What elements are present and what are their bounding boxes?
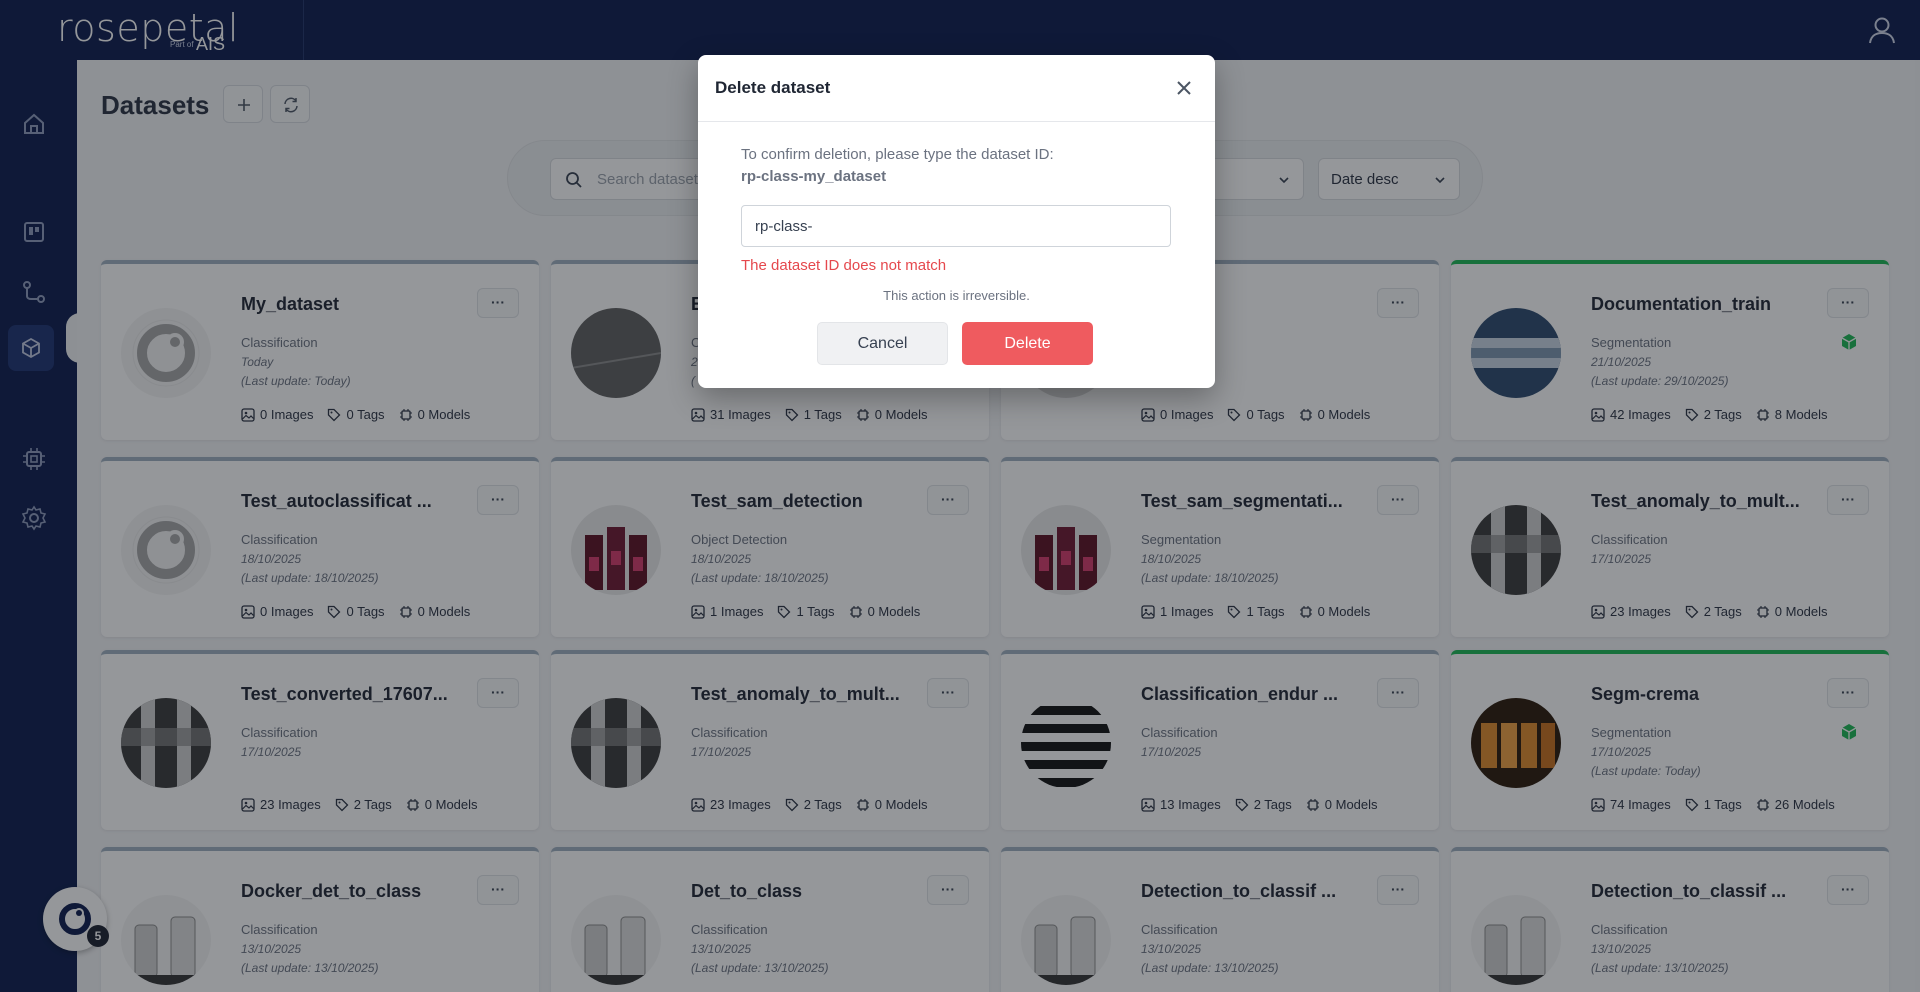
delete-button[interactable]: Delete	[962, 322, 1093, 365]
cancel-button[interactable]: Cancel	[817, 322, 948, 365]
error-message: The dataset ID does not match	[741, 257, 947, 274]
dataset-id-input[interactable]	[741, 205, 1171, 247]
close-icon[interactable]	[1173, 77, 1195, 99]
modal-title: Delete dataset	[715, 78, 831, 97]
delete-dataset-modal: Delete dataset To confirm deletion, plea…	[698, 55, 1215, 388]
irreversible-warning: This action is irreversible.	[883, 288, 1030, 303]
confirm-instruction: To confirm deletion, please type the dat…	[741, 146, 1054, 163]
dataset-id-label: rp-class-my_dataset	[741, 168, 887, 185]
modal-header: Delete dataset	[698, 55, 1215, 122]
